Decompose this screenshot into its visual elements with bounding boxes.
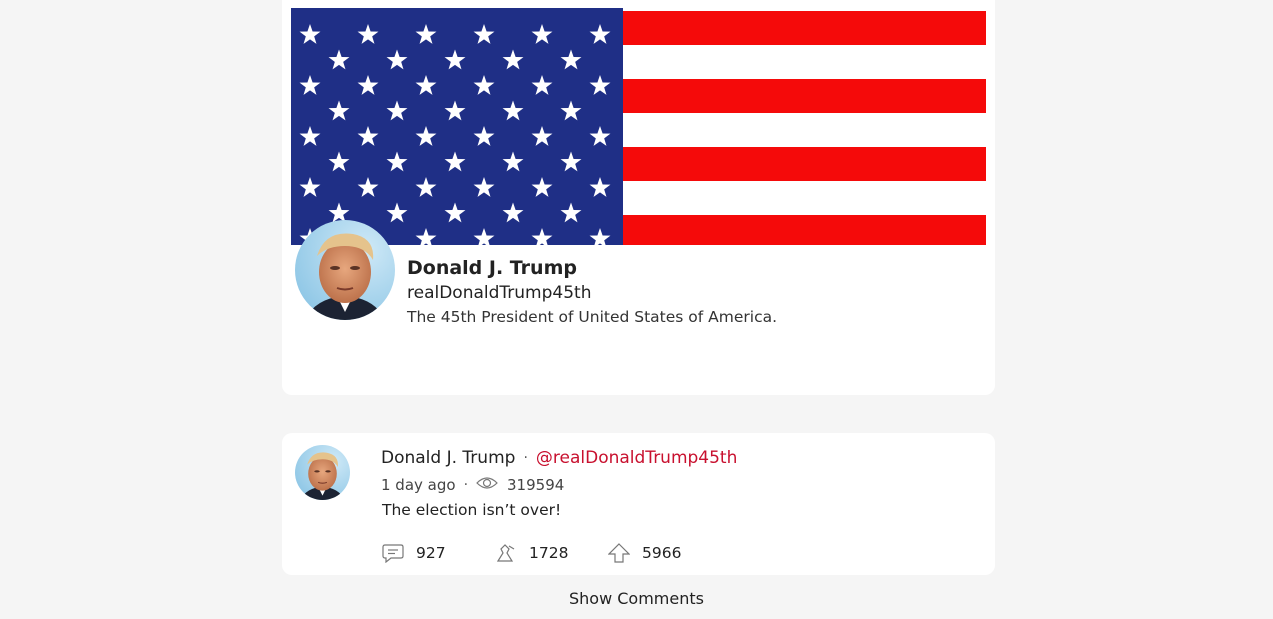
- post-actions: 927 1728 5966: [382, 543, 681, 563]
- upvote-arrow-icon: [608, 543, 630, 563]
- repost-icon: [496, 544, 515, 562]
- repost-button[interactable]: 1728: [495, 543, 608, 563]
- profile-avatar[interactable]: [295, 220, 395, 320]
- avatar-image: [295, 445, 350, 500]
- show-comments-button[interactable]: Show Comments: [0, 589, 1273, 608]
- post-timestamp: 1 day ago: [381, 476, 456, 494]
- post-card: Donald J. Trump · @realDonaldTrump45th 1…: [282, 433, 995, 575]
- view-count: 319594: [507, 476, 565, 494]
- repost-count: 1728: [529, 544, 569, 562]
- eye-icon: [476, 475, 498, 495]
- comment-icon: [382, 544, 404, 563]
- post-text: The election isn’t over!: [382, 501, 562, 519]
- post-meta: 1 day ago · 319594: [381, 475, 564, 495]
- post-author-avatar[interactable]: [295, 445, 350, 500]
- profile-card: Donald J. Trump realDonaldTrump45th The …: [282, 0, 995, 395]
- separator-dot: ·: [463, 477, 469, 493]
- avatar-image: [295, 220, 395, 320]
- upvote-count: 5966: [642, 544, 682, 562]
- comment-count: 927: [416, 544, 446, 562]
- profile-handle: realDonaldTrump45th: [407, 283, 592, 303]
- profile-bio: The 45th President of United States of A…: [407, 308, 778, 326]
- us-flag-image: [291, 8, 986, 245]
- comment-button[interactable]: 927: [382, 543, 495, 563]
- post-header: Donald J. Trump · @realDonaldTrump45th: [381, 448, 737, 468]
- upvote-button[interactable]: 5966: [608, 543, 681, 563]
- profile-banner: [291, 8, 986, 245]
- separator-dot: ·: [523, 450, 528, 466]
- post-author-name[interactable]: Donald J. Trump: [381, 448, 515, 468]
- profile-name: Donald J. Trump: [407, 257, 577, 279]
- post-author-handle[interactable]: @realDonaldTrump45th: [536, 448, 738, 468]
